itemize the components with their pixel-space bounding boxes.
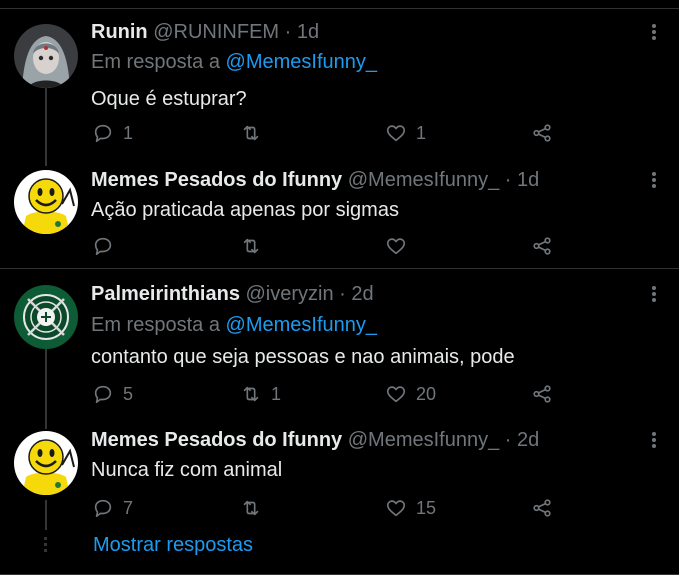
- handle[interactable]: @RUNINFEM: [153, 21, 279, 43]
- like-count: 1: [416, 122, 427, 143]
- timestamp[interactable]: · 2d: [505, 429, 539, 451]
- thread-divider: [0, 268, 679, 269]
- reply-to: Em resposta a @MemesIfunny_: [91, 50, 377, 74]
- avatar[interactable]: [14, 431, 78, 495]
- tweet-memes-2[interactable]: Memes Pesados do Ifunny @MemesIfunny_ · …: [0, 428, 679, 528]
- share-button[interactable]: [531, 382, 553, 406]
- tweet-text: Ação praticada apenas por sigmas: [91, 199, 399, 221]
- reply-icon: [94, 385, 112, 404]
- handle[interactable]: @MemesIfunny_: [348, 429, 499, 451]
- reply-button[interactable]: [92, 234, 114, 258]
- top-divider: [0, 8, 679, 9]
- share-icon: [533, 385, 551, 403]
- like-icon: [386, 386, 406, 403]
- like-count: 20: [416, 383, 437, 404]
- retweet-count: 1: [271, 383, 282, 404]
- reply-prefix: Em resposta a: [91, 51, 220, 73]
- retweet-icon: [243, 238, 259, 254]
- retweet-icon: [243, 125, 259, 141]
- share-icon: [533, 237, 551, 255]
- share-icon: [533, 124, 551, 142]
- avatar[interactable]: [14, 170, 78, 234]
- reply-handle-link[interactable]: @MemesIfunny_: [226, 314, 377, 336]
- avatar[interactable]: [14, 24, 78, 88]
- retweet-button[interactable]: [240, 121, 262, 145]
- like-count: 15: [416, 497, 437, 518]
- retweet-button[interactable]: 1: [240, 382, 281, 406]
- reply-icon: [94, 499, 112, 518]
- handle[interactable]: @iveryzin: [246, 283, 334, 305]
- show-replies-link[interactable]: Mostrar respostas: [93, 533, 253, 557]
- tweet-header: Memes Pesados do Ifunny @MemesIfunny_ · …: [91, 428, 539, 452]
- retweet-button[interactable]: [240, 234, 262, 258]
- share-button[interactable]: [531, 121, 553, 145]
- reply-prefix: Em resposta a: [91, 314, 220, 336]
- handle[interactable]: @MemesIfunny_: [348, 169, 499, 191]
- reply-icon: [94, 124, 112, 143]
- like-button[interactable]: 20: [385, 382, 436, 406]
- more-icon[interactable]: [648, 23, 660, 43]
- like-icon: [386, 125, 406, 142]
- tweet-header: Memes Pesados do Ifunny @MemesIfunny_ · …: [91, 168, 539, 192]
- tweet-text: contanto que seja pessoas e nao animais,…: [91, 346, 515, 368]
- reply-icon: [94, 237, 112, 256]
- like-button[interactable]: 15: [385, 496, 436, 520]
- tweet-runin[interactable]: Runin @RUNINFEM · 1d Em resposta a @Meme…: [0, 20, 679, 150]
- avatar[interactable]: [14, 285, 78, 349]
- reply-button[interactable]: 7: [92, 496, 133, 520]
- reply-count: 7: [123, 497, 134, 518]
- share-icon: [533, 499, 551, 517]
- more-icon[interactable]: [648, 431, 660, 451]
- like-button[interactable]: 1: [385, 121, 426, 145]
- display-name[interactable]: Runin: [91, 21, 148, 43]
- retweet-icon: [243, 386, 259, 402]
- display-name[interactable]: Memes Pesados do Ifunny: [91, 429, 342, 451]
- reply-to: Em resposta a @MemesIfunny_: [91, 313, 377, 337]
- tweet-header: Runin @RUNINFEM · 1d: [91, 20, 319, 44]
- timestamp[interactable]: · 1d: [505, 169, 539, 191]
- timestamp[interactable]: · 2d: [339, 283, 373, 305]
- tweet-text: Nunca fiz com animal: [91, 459, 283, 481]
- reply-button[interactable]: 5: [92, 382, 133, 406]
- display-name[interactable]: Palmeirinthians: [91, 283, 240, 305]
- tweet-palmeirinthians[interactable]: Palmeirinthians @iveryzin · 2d Em respos…: [0, 282, 679, 412]
- timestamp[interactable]: · 1d: [285, 21, 319, 43]
- display-name[interactable]: Memes Pesados do Ifunny: [91, 169, 342, 191]
- tweet-header: Palmeirinthians @iveryzin · 2d: [91, 282, 374, 306]
- more-icon[interactable]: [648, 285, 660, 305]
- reply-button[interactable]: 1: [92, 121, 133, 145]
- share-button[interactable]: [531, 496, 553, 520]
- like-icon: [386, 500, 406, 517]
- retweet-icon: [243, 500, 259, 516]
- like-button[interactable]: [385, 234, 407, 258]
- tweet-memes-1[interactable]: Memes Pesados do Ifunny @MemesIfunny_ · …: [0, 168, 679, 268]
- reply-handle-link[interactable]: @MemesIfunny_: [226, 51, 377, 73]
- tweet-text: Oque é estuprar?: [91, 88, 247, 110]
- retweet-button[interactable]: [240, 496, 262, 520]
- share-button[interactable]: [531, 234, 553, 258]
- reply-count: 5: [123, 383, 134, 404]
- reply-count: 1: [123, 122, 134, 143]
- more-icon[interactable]: [648, 171, 660, 191]
- like-icon: [386, 238, 406, 255]
- more-replies-indicator: [44, 537, 48, 555]
